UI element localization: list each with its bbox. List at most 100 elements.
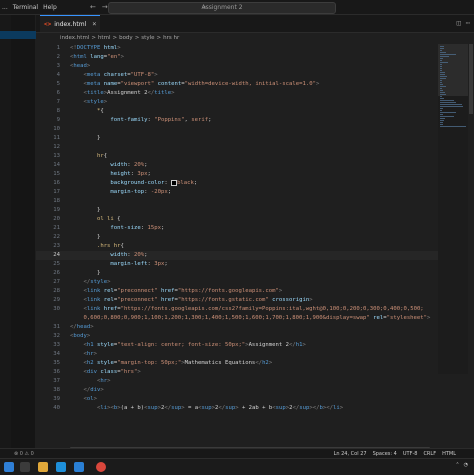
- minimap-line: [440, 104, 462, 105]
- code-line[interactable]: 20 ol li {: [36, 215, 474, 224]
- code-line[interactable]: 12: [36, 143, 474, 152]
- code-line[interactable]: 2 <html lang="en">: [36, 53, 474, 62]
- back-arrow-icon[interactable]: ←: [90, 3, 96, 11]
- breadcrumb-body[interactable]: body: [119, 35, 133, 41]
- windows-icon[interactable]: [4, 462, 14, 472]
- minimap-line: [440, 122, 444, 123]
- line-number: 12: [53, 144, 60, 150]
- code-line[interactable]: 1 <!DOCTYPE html>: [36, 44, 474, 53]
- code-line[interactable]: 31 </head>: [36, 323, 474, 332]
- code-line[interactable]: 7 <style>: [36, 98, 474, 107]
- code-line[interactable]: 6 <title>Assignment 2</title>: [36, 89, 474, 98]
- code-line[interactable]: 35 <h2 style="margin-top: 50px;">Mathema…: [36, 359, 474, 368]
- code-line[interactable]: 15 height: 3px;: [36, 170, 474, 179]
- code-line[interactable]: 39 <ol>: [36, 395, 474, 404]
- line-number: 38: [53, 387, 60, 393]
- code-line[interactable]: 36 <div class="hrs">: [36, 368, 474, 377]
- command-center[interactable]: ⌕ Assignment 2: [108, 2, 336, 14]
- code-line[interactable]: 33 <h1 style="text-align: center; font-s…: [36, 341, 474, 350]
- edge-icon[interactable]: [56, 462, 66, 472]
- minimap-line: [440, 74, 445, 75]
- line-number: 27: [53, 279, 60, 285]
- chrome-icon[interactable]: [96, 462, 106, 472]
- code-line[interactable]: 3 <head>: [36, 62, 474, 71]
- code-line[interactable]: 22 }: [36, 233, 474, 242]
- code-line[interactable]: 34 <hr>: [36, 350, 474, 359]
- minimap[interactable]: [438, 44, 468, 374]
- code-line[interactable]: 21 font-size: 15px;: [36, 224, 474, 233]
- minimap-line: [440, 90, 444, 91]
- scrollbar-thumb[interactable]: [469, 44, 473, 114]
- menu-bar: ... Terminal Help: [0, 4, 57, 11]
- menu-item-terminal[interactable]: Terminal: [13, 4, 38, 11]
- forward-arrow-icon[interactable]: →: [102, 3, 108, 11]
- split-editor-icon[interactable]: ◫: [457, 19, 461, 27]
- language-mode[interactable]: HTML: [442, 451, 456, 457]
- code-text: hr{: [96, 153, 108, 159]
- cursor-position[interactable]: Ln 24, Col 27: [334, 451, 367, 457]
- close-icon[interactable]: ×: [92, 20, 96, 28]
- breadcrumb-style[interactable]: style: [141, 35, 154, 41]
- folder-icon[interactable]: [38, 462, 48, 472]
- code-line[interactable]: 16 background-color: black;: [36, 179, 474, 188]
- code-line[interactable]: 29 <link rel="preconnect" href="https://…: [36, 296, 474, 305]
- code-line[interactable]: 32 <body>: [36, 332, 474, 341]
- tab-index-html[interactable]: <> index.html ×: [40, 15, 100, 32]
- code-line[interactable]: 8 *{: [36, 107, 474, 116]
- code-text: margin-left: 3px;: [110, 261, 168, 267]
- code-line[interactable]: 30 <link href="https://fonts.googleapis.…: [36, 305, 474, 314]
- explorer-selected-row[interactable]: [0, 31, 36, 39]
- code-line[interactable]: 37 <hr>: [36, 377, 474, 386]
- line-number: 13: [53, 153, 60, 159]
- code-text: *{: [96, 108, 104, 114]
- line-number: 17: [53, 189, 60, 195]
- minimap-line: [440, 72, 445, 73]
- html-file-icon: <>: [44, 20, 52, 28]
- code-text: <meta name="viewport" content="width=dev…: [83, 81, 320, 87]
- code-line[interactable]: 26 }: [36, 269, 474, 278]
- code-line[interactable]: 14 width: 20%;: [36, 161, 474, 170]
- wifi-icon[interactable]: ◔: [464, 462, 468, 468]
- code-line[interactable]: 28 <link rel="preconnect" href="https://…: [36, 287, 474, 296]
- code-line[interactable]: 0,600;0,800;0,900;1,100;1,200;1,300;1,40…: [36, 314, 474, 323]
- tray-chevron-icon[interactable]: ⌃: [455, 462, 459, 468]
- code-line[interactable]: 17 margin-top: -20px;: [36, 188, 474, 197]
- more-actions-icon[interactable]: ⋯: [466, 19, 470, 27]
- code-text: </style>: [83, 279, 111, 285]
- code-line[interactable]: 5 <meta name="viewport" content="width=d…: [36, 80, 474, 89]
- minimap-line: [440, 48, 445, 49]
- code-line[interactable]: 13 hr{: [36, 152, 474, 161]
- code-line[interactable]: 9 font-family: "Poppins", serif;: [36, 116, 474, 125]
- code-line[interactable]: 10: [36, 125, 474, 134]
- menu-item-more[interactable]: ...: [2, 4, 8, 11]
- line-number: 39: [53, 396, 60, 402]
- line-number: 8: [56, 108, 60, 114]
- line-ending[interactable]: CRLF: [423, 451, 436, 457]
- problems-indicator[interactable]: ⊗ 0 ⚠ 0: [14, 451, 34, 457]
- minimap-line: [440, 58, 444, 59]
- code-editor[interactable]: 1 <!DOCTYPE html> 2 <html lang="en"> 3 <head>…: [36, 44, 474, 448]
- breadcrumb-html[interactable]: html: [98, 35, 111, 41]
- minimap-line: [440, 70, 443, 71]
- menu-item-help[interactable]: Help: [43, 4, 57, 11]
- code-line[interactable]: 38 </div>: [36, 386, 474, 395]
- breadcrumb-file[interactable]: index.html: [60, 35, 89, 41]
- code-line[interactable]: 24 width: 20%;: [36, 251, 474, 260]
- code-line[interactable]: 4 <meta charset="UTF-8">: [36, 71, 474, 80]
- code-line[interactable]: 18: [36, 197, 474, 206]
- vertical-scrollbar[interactable]: [468, 44, 474, 448]
- code-line[interactable]: 19 }: [36, 206, 474, 215]
- code-line[interactable]: 25 margin-left: 3px;: [36, 260, 474, 269]
- code-text: <meta charset="UTF-8">: [83, 72, 158, 78]
- search-icon[interactable]: [20, 462, 30, 472]
- code-text: }: [96, 135, 101, 141]
- code-text: <link rel="preconnect" href="https://fon…: [83, 297, 313, 303]
- breadcrumb-selector[interactable]: hrs hr: [163, 35, 179, 41]
- code-line[interactable]: 40 <li><b>(a + b)<sup>2</sup> = a<sup>2<…: [36, 404, 474, 413]
- indentation[interactable]: Spaces: 4: [373, 451, 397, 457]
- code-line[interactable]: 23 .hrs hr{: [36, 242, 474, 251]
- vscode-icon[interactable]: [74, 462, 84, 472]
- code-line[interactable]: 11 }: [36, 134, 474, 143]
- code-line[interactable]: 27 </style>: [36, 278, 474, 287]
- encoding[interactable]: UTF-8: [403, 451, 418, 457]
